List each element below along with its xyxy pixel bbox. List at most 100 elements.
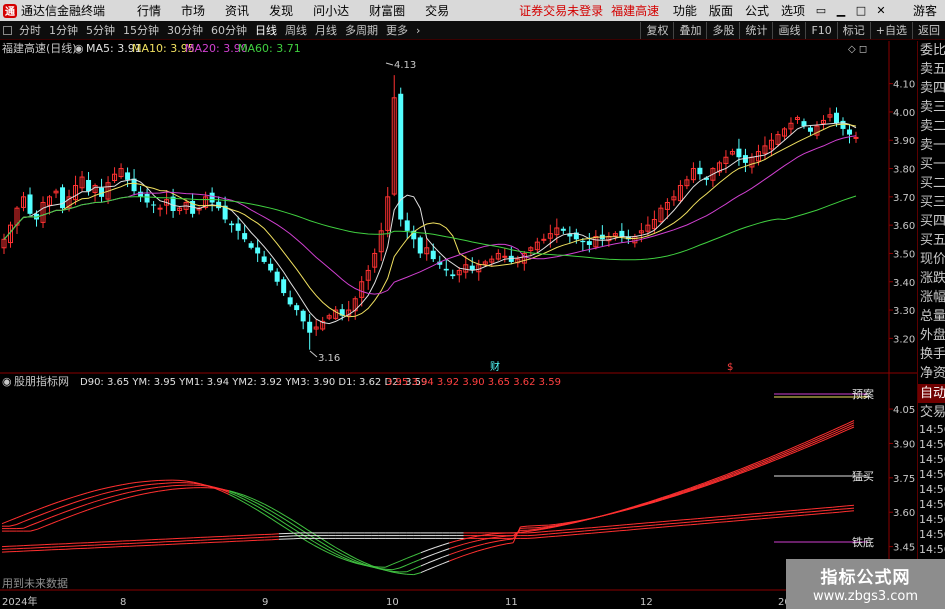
candle-body [833,112,839,124]
guest-account[interactable]: 游客 [913,2,937,19]
period-weekly[interactable]: 周线 [285,22,307,38]
menu-ask[interactable]: 问小达 [313,2,349,19]
candle-body [398,93,404,220]
candle-body [27,194,33,214]
ym-line-segment [534,526,542,529]
toolbar-checkbox[interactable] [3,25,12,35]
d-line-segment [797,514,805,517]
ym-line-segment [186,482,194,484]
dividend-marker[interactable]: $ [727,362,733,373]
d-line-segment [683,518,691,521]
quote-labels: 委比卖五卖四卖三卖二卖一买一买二买三买四买五现价涨跌涨幅总量外盘换手净资收益 [918,41,945,402]
menu-quotes[interactable]: 行情 [137,2,161,19]
period-timeshare[interactable]: 分时 [19,22,41,38]
quote-label: 买一 [920,157,945,172]
d-line-segment [676,522,684,524]
chevron-right-icon[interactable]: › [416,24,420,37]
d-line-segment [711,516,720,518]
minimize-window-icon[interactable]: ▁ [834,4,848,18]
close-window-icon[interactable]: ✕ [874,4,888,18]
kline-chart[interactable]: 福建高速(日线) ◉ MA5: 3.91 MA10: 3.95 MA20: 3.… [0,41,917,609]
tick-time: 14:56 [919,453,945,466]
menu-formula[interactable]: 公式 [745,2,769,19]
d-line-segment [548,532,556,535]
period-60min[interactable]: 60分钟 [211,22,247,38]
d-line-segment [534,536,542,539]
d-line-segment [797,509,805,511]
menu-trade[interactable]: 交易 [425,2,449,19]
period-15min[interactable]: 15分钟 [123,22,159,38]
menu-options[interactable]: 选项 [781,2,805,19]
candle-body [807,127,813,132]
tool-draw[interactable]: 画线 [772,22,805,39]
tick-time: 14:56 [919,513,945,526]
ym-line-segment [207,487,216,489]
tool-multi-stock[interactable]: 多股 [706,22,739,39]
price-tick-label: 3.30 [893,306,915,317]
current-stock-name: 福建高速 [611,4,660,18]
period-1min[interactable]: 1分钟 [49,22,78,38]
period-30min[interactable]: 30分钟 [167,22,203,38]
menu-discover[interactable]: 发现 [269,2,293,19]
candle-body [86,179,92,192]
auto-button[interactable]: 自动 [918,384,945,403]
menu-market[interactable]: 市场 [181,2,205,19]
d-line-segment [534,534,542,536]
indicator-toggle-icon[interactable]: ◉ [2,375,12,388]
tick-time: 14:56 [919,483,945,496]
d-line-segment [577,527,585,530]
d-line-segment [669,519,677,522]
period-multi[interactable]: 多周期 [345,22,378,38]
d-line-segment [761,512,769,514]
period-daily[interactable]: 日线 [255,22,277,38]
d-line-segment [655,521,663,523]
indicator-tick-label: 3.75 [893,474,915,485]
tool-add-watchlist[interactable]: +自选 [869,22,912,39]
period-monthly[interactable]: 月线 [315,22,337,38]
login-status[interactable]: 证券交易未登录 [519,2,603,19]
candle-body [255,247,261,254]
tool-mark[interactable]: 标记 [836,22,870,39]
d-line-segment [591,526,599,529]
d-line-segment [733,514,741,517]
d-line-segment [846,504,855,507]
panel-settings-icon[interactable]: ◇ ◻ [848,44,867,55]
tool-adjust[interactable]: 复权 [640,22,673,39]
d-line-segment [839,505,847,507]
d-line-segment [690,518,698,520]
ym-line-segment [385,568,393,571]
menu-function[interactable]: 功能 [673,2,697,19]
d-line-segment [790,509,798,512]
d-line-segment [577,533,585,535]
d-line-segment [648,524,656,527]
ym-line-segment [143,480,152,483]
menu-wealth[interactable]: 财富圈 [369,2,405,19]
d-line-segment [655,526,663,529]
quote-label: 卖五 [920,62,945,77]
menu-layout[interactable]: 版面 [709,2,733,19]
restore-window-icon[interactable]: ▭ [814,4,828,18]
d-line-segment [548,530,556,532]
ym-line-segment [165,485,173,487]
d-line-segment [782,510,791,512]
price-tick-label: 4.00 [893,108,915,119]
d-line-segment [804,508,812,511]
maximize-window-icon[interactable]: □ [854,4,868,18]
d-line-segment [605,525,613,527]
tool-back[interactable]: 返回 [912,22,945,39]
d-line-segment [648,521,656,524]
ma-toggle-icon[interactable]: ◉ [74,42,84,55]
ym-line-segment [151,483,159,485]
tool-statistics[interactable]: 统计 [739,22,772,39]
d-line-segment [562,534,571,537]
tool-f10[interactable]: F10 [805,22,836,39]
finance-marker[interactable]: 财 [490,360,500,373]
quote-label: 买三 [920,195,945,210]
candle-body [417,237,423,254]
menu-news[interactable]: 资讯 [225,2,249,19]
d-line-segment [619,526,627,529]
tool-overlay[interactable]: 叠加 [673,22,706,39]
period-more[interactable]: 更多 [386,22,408,38]
period-5min[interactable]: 5分钟 [86,22,115,38]
candle-body [125,172,131,180]
